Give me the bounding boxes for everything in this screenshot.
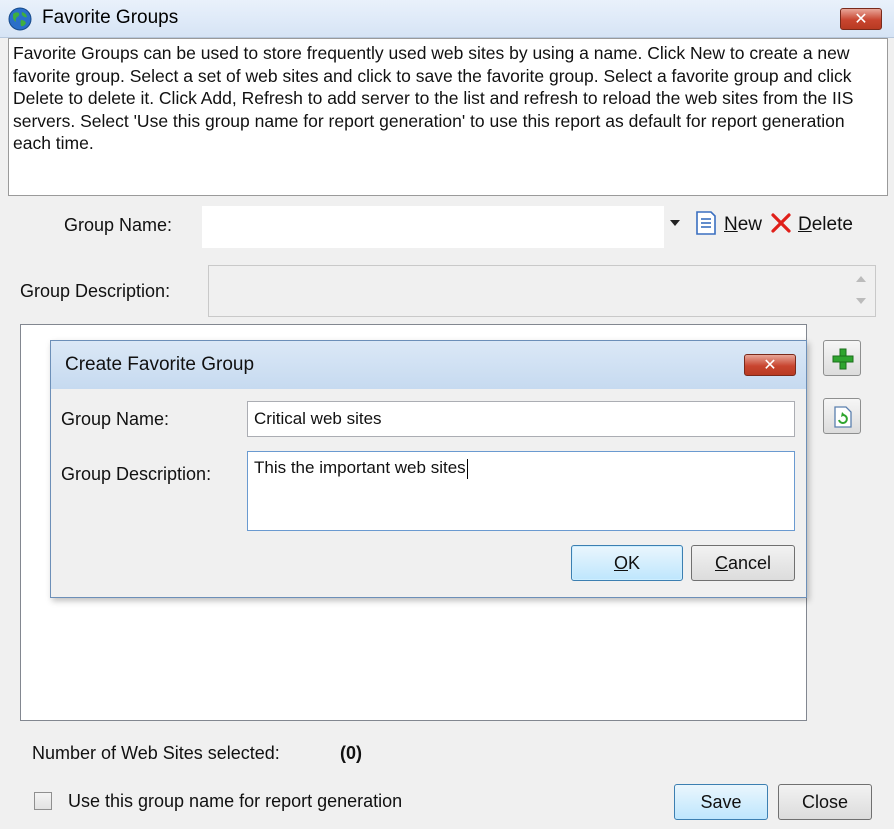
title-bar[interactable]: Favorite Groups ✕ <box>0 0 894 38</box>
create-favorite-group-dialog: Create Favorite Group ✕ Group Name: Crit… <box>50 340 807 598</box>
chevron-down-icon[interactable] <box>670 220 680 226</box>
dialog-group-name-label: Group Name: <box>61 409 170 429</box>
refresh-button[interactable] <box>823 398 861 434</box>
add-icon <box>832 348 854 375</box>
scroll-up-icon[interactable] <box>856 276 866 282</box>
dialog-title-bar[interactable]: Create Favorite Group ✕ <box>51 341 806 389</box>
close-button[interactable]: Close <box>778 784 872 820</box>
delete-x-icon <box>770 212 792 239</box>
add-server-button[interactable] <box>823 340 861 376</box>
description-scrollbar[interactable] <box>847 266 875 316</box>
window-title: Favorite Groups <box>42 7 179 28</box>
group-description-label: Group Description: <box>20 281 171 301</box>
new-document-icon <box>694 210 718 241</box>
dialog-group-description-input[interactable]: This the important web sites <box>247 451 795 531</box>
group-name-label: Group Name: <box>64 215 173 235</box>
dialog-title: Create Favorite Group <box>65 354 255 375</box>
dialog-close-button[interactable]: ✕ <box>744 354 796 376</box>
dialog-group-description-label: Group Description: <box>61 464 212 484</box>
new-label: New <box>724 214 763 235</box>
refresh-icon <box>833 405 853 434</box>
new-button[interactable]: New <box>694 210 762 240</box>
sites-selected-count: (0) <box>340 743 362 763</box>
text-caret <box>466 458 468 479</box>
group-description-field[interactable] <box>208 265 876 317</box>
cancel-button[interactable]: Cancel <box>691 545 795 581</box>
window-close-button[interactable]: ✕ <box>840 8 882 30</box>
scroll-down-icon[interactable] <box>856 298 866 304</box>
dialog-body: Group Name: Critical web sites Group Des… <box>55 389 802 595</box>
description-text: Favorite Groups can be used to store fre… <box>8 38 888 196</box>
dialog-group-description-value: This the important web sites <box>254 458 466 477</box>
sites-selected-label: Number of Web Sites selected: <box>32 743 280 763</box>
report-generation-checkbox[interactable] <box>34 792 52 810</box>
ok-button[interactable]: OK <box>571 545 683 581</box>
delete-button[interactable]: Delete <box>770 210 853 240</box>
globe-icon <box>8 7 32 31</box>
group-name-combobox[interactable] <box>202 206 664 248</box>
save-button[interactable]: Save <box>674 784 768 820</box>
dialog-group-name-input[interactable]: Critical web sites <box>247 401 795 437</box>
report-generation-checkbox-label[interactable]: Use this group name for report generatio… <box>68 791 402 812</box>
delete-label: Delete <box>798 214 853 235</box>
favorite-groups-window: Favorite Groups ✕ Favorite Groups can be… <box>0 0 894 829</box>
